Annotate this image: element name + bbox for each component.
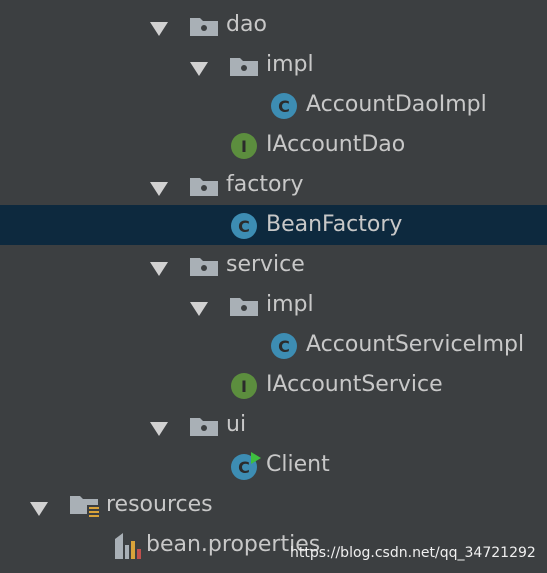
class-icon: C: [270, 92, 298, 124]
package-folder-icon: [189, 175, 219, 201]
tree-node-accountdaoimpl[interactable]: C AccountDaoImpl: [0, 85, 547, 125]
class-icon: C: [270, 332, 298, 364]
class-icon: C: [230, 212, 258, 244]
tree-node-label: AccountDaoImpl: [306, 92, 487, 117]
interface-icon: I: [230, 372, 258, 404]
expand-arrow-icon[interactable]: [150, 182, 168, 196]
tree-node-label: impl: [266, 52, 314, 77]
tree-node-resources[interactable]: resources: [0, 485, 547, 525]
package-folder-icon: [189, 415, 219, 441]
resources-folder-icon: [69, 493, 103, 525]
watermark-url: https://blog.csdn.net/qq_34721292: [290, 545, 536, 561]
svg-text:I: I: [241, 377, 247, 396]
tree-node-ui[interactable]: ui: [0, 405, 547, 445]
tree-node-accountserviceimpl[interactable]: C AccountServiceImpl: [0, 325, 547, 365]
package-folder-icon: [189, 15, 219, 41]
expand-arrow-icon[interactable]: [150, 22, 168, 36]
svg-text:C: C: [278, 337, 290, 356]
tree-node-label: resources: [106, 492, 213, 517]
tree-node-label: service: [226, 252, 305, 277]
tree-node-dao-impl[interactable]: impl: [0, 45, 547, 85]
tree-node-label: dao: [226, 12, 267, 37]
runnable-class-icon: C: [230, 451, 262, 485]
package-folder-icon: [189, 255, 219, 281]
properties-file-icon: [113, 531, 143, 565]
tree-node-iaccountdao[interactable]: I IAccountDao: [0, 125, 547, 165]
tree-node-label: IAccountService: [266, 372, 443, 397]
interface-icon: I: [230, 132, 258, 164]
project-tree: dao impl C AccountDaoImpl I IAccountDao …: [0, 0, 547, 573]
expand-arrow-icon[interactable]: [30, 502, 48, 516]
tree-node-dao[interactable]: dao: [0, 5, 547, 45]
expand-arrow-icon[interactable]: [190, 62, 208, 76]
svg-text:C: C: [238, 217, 250, 236]
package-folder-icon: [229, 55, 259, 81]
tree-node-label: BeanFactory: [266, 212, 403, 237]
svg-text:I: I: [241, 137, 247, 156]
tree-node-label: Client: [266, 452, 330, 477]
tree-node-beanfactory[interactable]: C BeanFactory: [0, 205, 547, 245]
package-folder-icon: [229, 295, 259, 321]
expand-arrow-icon[interactable]: [150, 262, 168, 276]
tree-node-client[interactable]: C Client: [0, 445, 547, 485]
expand-arrow-icon[interactable]: [190, 302, 208, 316]
tree-node-label: impl: [266, 292, 314, 317]
tree-node-label: IAccountDao: [266, 132, 406, 157]
tree-node-service-impl[interactable]: impl: [0, 285, 547, 325]
tree-node-label: AccountServiceImpl: [306, 332, 525, 357]
tree-node-service[interactable]: service: [0, 245, 547, 285]
expand-arrow-icon[interactable]: [150, 422, 168, 436]
svg-text:C: C: [238, 458, 250, 477]
tree-node-label: ui: [226, 412, 247, 437]
svg-text:C: C: [278, 97, 290, 116]
tree-node-label: factory: [226, 172, 304, 197]
tree-node-factory[interactable]: factory: [0, 165, 547, 205]
tree-node-iaccountservice[interactable]: I IAccountService: [0, 365, 547, 405]
